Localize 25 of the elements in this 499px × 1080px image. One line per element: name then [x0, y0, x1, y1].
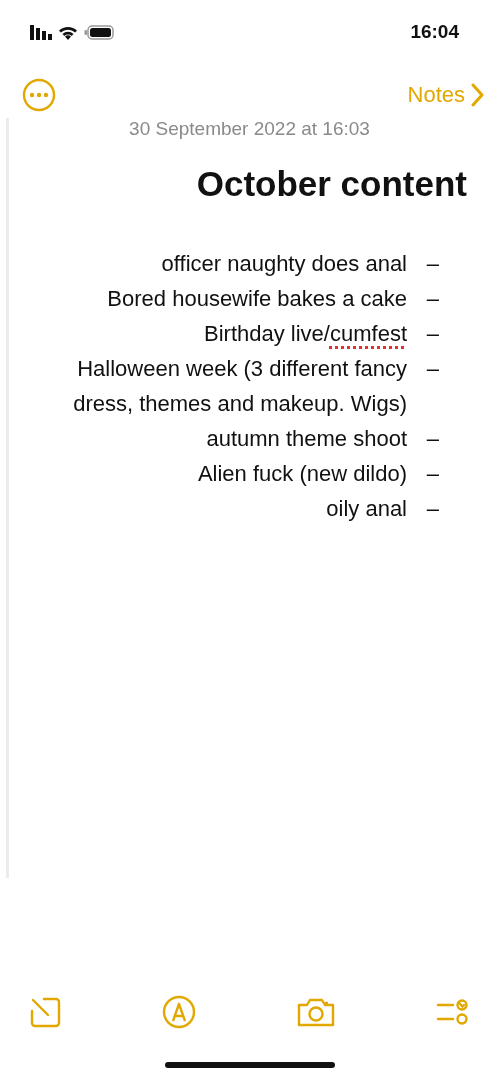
list-item-text: Alien fuck (new dildo)	[197, 460, 407, 488]
more-icon[interactable]	[22, 78, 56, 112]
pen-tip-icon[interactable]	[161, 994, 197, 1030]
note-title: October content	[195, 164, 467, 204]
dash-mark: –	[426, 460, 439, 488]
signal-icon	[30, 24, 52, 40]
list-item-text: Halloween week (3 different fancy dress, themes and makeup. Wigs)	[72, 355, 407, 418]
status-time: 16:04	[410, 21, 459, 43]
list-item-text: Birthday live/cumfest	[204, 320, 407, 348]
chevron-icon	[471, 83, 485, 107]
note-date: 30 September 2022 at 16:03	[128, 118, 371, 140]
wifi-icon	[58, 24, 78, 40]
list-item-text: Bored housewife bakes a cake	[107, 285, 407, 313]
dash-mark: –	[426, 355, 439, 383]
battery-icon	[84, 24, 114, 40]
list-item-text: oily anal	[326, 495, 407, 523]
compose-icon[interactable]	[28, 995, 62, 1029]
dash-mark: –	[426, 250, 439, 278]
list-item-text: autumn theme shoot	[206, 425, 407, 453]
list-item-text: officer naughty does anal	[161, 250, 407, 278]
back-button[interactable]: Notes	[407, 82, 485, 108]
dash-mark: –	[426, 495, 439, 523]
dash-mark: –	[426, 285, 439, 313]
dash-mark: –	[426, 320, 439, 348]
dash-mark: –	[426, 425, 439, 453]
